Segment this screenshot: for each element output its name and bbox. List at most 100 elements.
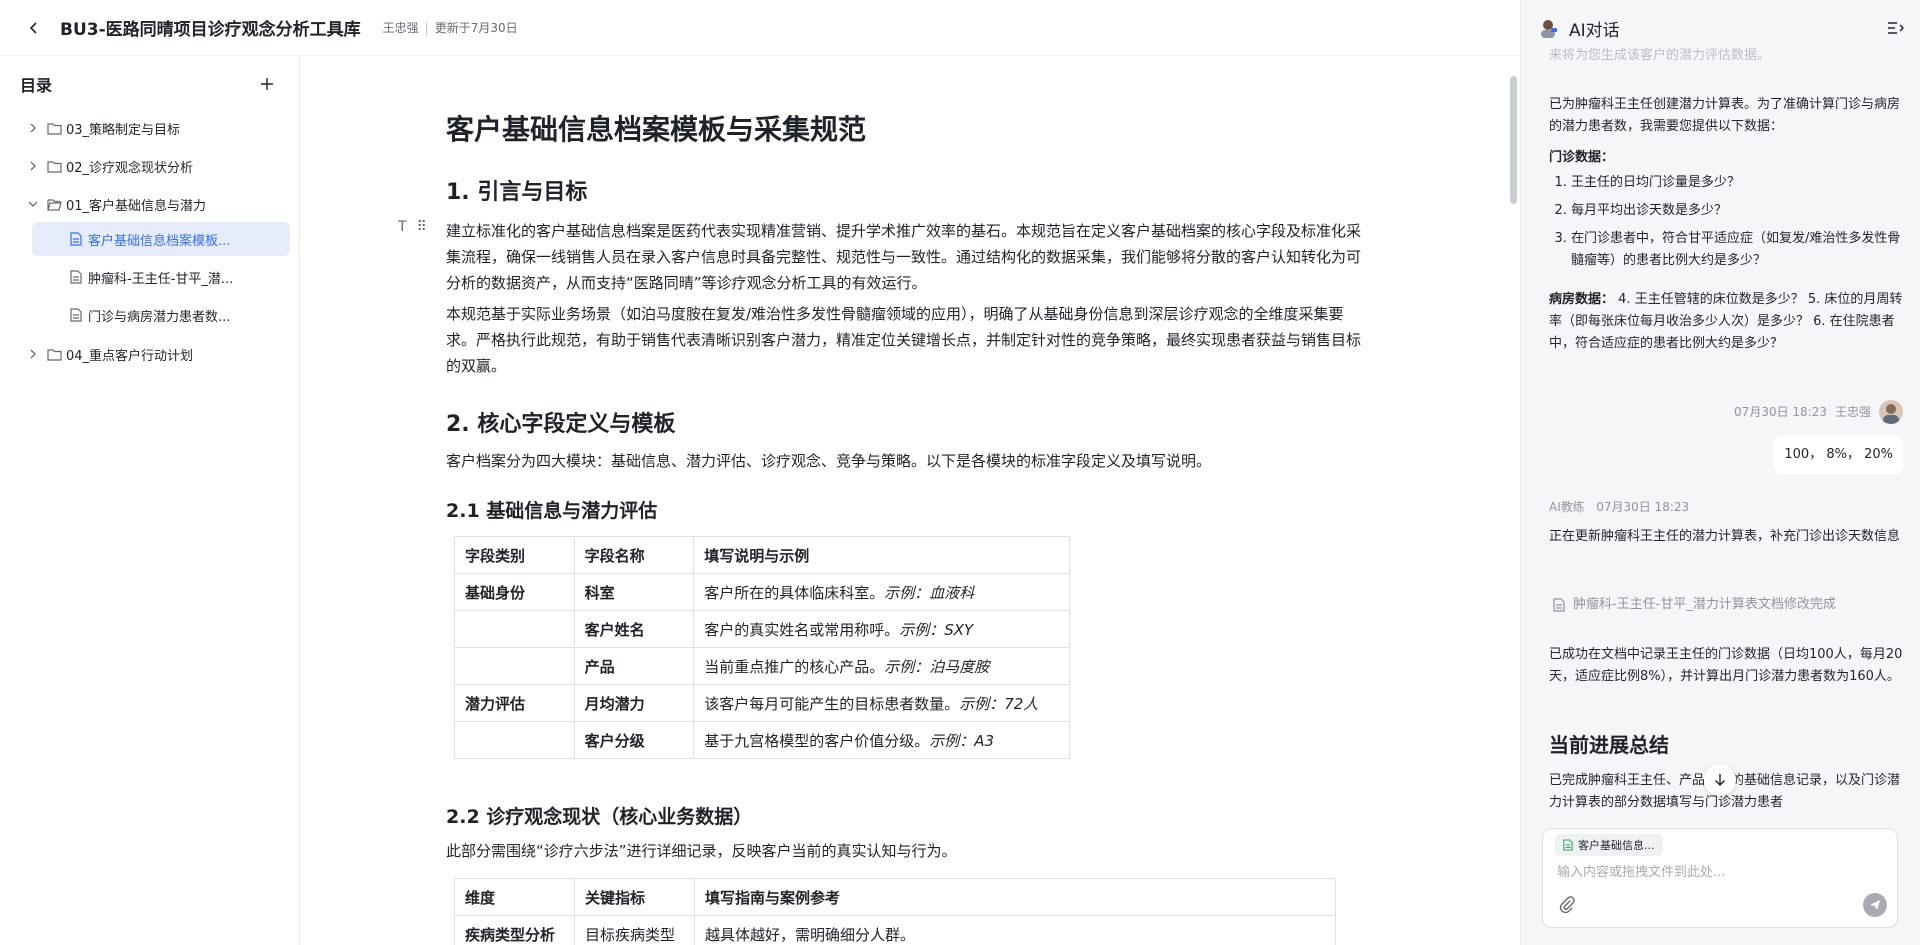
list-item: 每月平均出诊天数是多少？ [1571, 200, 1903, 222]
table-cell: 基础身份 [454, 573, 575, 611]
user-name: 王忠强 [1834, 405, 1871, 419]
table-row: 疾病类型分析 目标疾病类型 越具体越好，需明确细分人群。 [454, 915, 1337, 945]
chat-composer: 客户基础信息... [1542, 828, 1898, 928]
toc-item-label: 肿瘤科-王主任-甘平_潜... [88, 271, 234, 287]
doc-meta: 王忠强 | 更新于7月30日 [382, 21, 518, 35]
table-header: 维度 [454, 878, 575, 916]
chevron-right-icon[interactable] [26, 121, 40, 135]
table-cell: 该客户每月可能产生的目标患者数量。示例：72人 [693, 684, 1070, 722]
chat-text-faded: 来将为您生成该客户的潜力评估数据。 [1549, 48, 1771, 63]
table-cell: 产品 [573, 647, 695, 685]
table-cell [454, 610, 575, 648]
send-icon [1870, 900, 1880, 910]
paragraph-six-steps: 此部分需围绕“诊疗六步法”进行详细记录，反映客户当前的真实认知与行为。 [446, 842, 957, 860]
text-style-icon[interactable]: T [398, 219, 407, 235]
table-cell: 越具体越好，需明确细分人群。 [693, 915, 1337, 945]
table-row: 客户分级 基于九宫格模型的客户价值分级。示例：A3 [454, 721, 1070, 759]
ai-panel-title: AI对话 [1569, 20, 1620, 41]
summary-title: 当前进展总结 [1549, 733, 1669, 757]
table-cell [454, 721, 575, 759]
table-header-row: 字段类别 字段名称 填写说明与示例 [454, 536, 1070, 574]
toc-title: 目录 [20, 76, 53, 95]
paragraph-modules: 客户档案分为四大模块：基础信息、潜力评估、诊疗观念、竞争与策略。以下是各模块的标… [446, 452, 1212, 470]
ward-data: 病房数据： 4. 王主任管辖的床位数是多少？ 5. 床位的月周转率（即每张床位每… [1549, 289, 1903, 355]
ai-avatar-icon [1541, 20, 1557, 38]
toc-doc-oncology[interactable]: 肿瘤科-王主任-甘平_潜... [32, 260, 290, 294]
ai-time: 07月30日 18:23 [1596, 500, 1690, 514]
chat-input[interactable] [1557, 865, 1877, 880]
back-button[interactable] [24, 18, 44, 38]
table-cell: 当前重点推广的核心产品。示例：泊马度胺 [693, 647, 1070, 685]
paragraph-scope: 本规范基于实际业务场景（如泊马度胺在复发/难治性多发性骨髓瘤领域的应用），明确了… [446, 305, 1362, 375]
drag-handle-icon[interactable]: ⠿ [417, 219, 427, 235]
doc-heading: 客户基础信息档案模板与采集规范 [446, 113, 867, 146]
paperclip-icon[interactable] [1557, 895, 1577, 915]
add-button[interactable] [257, 74, 277, 94]
table-cell: 科室 [573, 573, 695, 611]
toc-doc-customer-template[interactable]: 客户基础信息档案模板... [32, 222, 290, 256]
paragraph-intro: 建立标准化的客户基础信息档案是医药代表实现精准营销、提升学术推广效率的基石。本规… [446, 222, 1362, 292]
document-icon [1553, 598, 1565, 612]
toc-item-label: 03_策略制定与目标 [66, 122, 181, 138]
list-item: 在门诊患者中，符合甘平适应症（如复发/难治性多发性骨髓瘤等）的患者比例大约是多少… [1571, 228, 1903, 272]
doc-body: 客户基础信息档案模板与采集规范 1. 引言与目标 T ⠿ 建立标准化的客户基础信… [300, 56, 1520, 945]
chat-history[interactable]: 来将为您生成该客户的潜力评估数据。 已为肿瘤科王主任创建潜力计算表。为了准确计算… [1549, 48, 1903, 818]
send-button[interactable] [1863, 893, 1887, 917]
toc-doc-outpatient[interactable]: 门诊与病房潜力患者数... [32, 298, 290, 332]
doc-header: BU3-医路同晴项目诊疗观念分析工具库 王忠强 | 更新于7月30日 [0, 0, 1520, 56]
table-row: 客户姓名 客户的真实姓名或常用称呼。示例：SXY [454, 610, 1070, 648]
section-2-2-title: 2.2 诊疗观念现状（核心业务数据） [446, 806, 753, 828]
toc-folder-02[interactable]: 02_诊疗观念现状分析 [26, 149, 286, 183]
app-root: BU3-医路同晴项目诊疗观念分析工具库 王忠强 | 更新于7月30日 目录 03_策… [0, 0, 1920, 945]
attached-doc-chip[interactable]: 客户基础信息... [1555, 834, 1663, 856]
toc-item-label: 01_客户基础信息与潜力 [66, 198, 207, 214]
table-cell: 客户分级 [573, 721, 695, 759]
section-1-title: 1. 引言与目标 [446, 180, 588, 205]
table-header: 填写指南与案例参考 [693, 878, 1337, 916]
table-cell: 客户的真实姓名或常用称呼。示例：SXY [693, 610, 1070, 648]
doc-scrollbar-thumb[interactable] [1510, 76, 1517, 204]
folder-icon [46, 158, 62, 174]
table-cell [454, 647, 575, 685]
table-header: 填写说明与示例 [693, 536, 1070, 574]
table-cell: 客户所在的具体临床科室。示例：血液科 [693, 573, 1070, 611]
doc-title: BU3-医路同晴项目诊疗观念分析工具库 [60, 20, 361, 40]
user-time: 07月30日 18:23 [1734, 405, 1827, 419]
table-header-row: 维度 关键指标 填写指南与案例参考 [454, 878, 1337, 916]
toc-folder-03[interactable]: 03_策略制定与目标 [26, 111, 286, 145]
table-row: 潜力评估 月均潜力 该客户每月可能产生的目标患者数量。示例：72人 [454, 684, 1070, 722]
doc-author[interactable]: 王忠强 [383, 21, 419, 35]
plus-icon [261, 78, 273, 90]
table-cell: 客户姓名 [573, 610, 695, 648]
document-icon [1563, 839, 1573, 851]
file-reference-label: 肿瘤科-王主任-甘平_潜力计算表文档修改完成 [1573, 597, 1836, 612]
user-message-meta: 07月30日 18:23 王忠强 [1734, 400, 1903, 424]
toc-item-label: 客户基础信息档案模板... [88, 233, 231, 249]
document-icon [68, 307, 84, 323]
table-cell: 潜力评估 [454, 684, 575, 722]
toc-item-label: 门诊与病房潜力患者数... [88, 309, 231, 325]
document-icon [68, 269, 84, 285]
toc-folder-04[interactable]: 04_重点客户行动计划 [26, 337, 286, 371]
user-message-bubble: 100， 8%， 20% [1774, 436, 1903, 474]
toc-item-label: 04_重点客户行动计划 [66, 348, 194, 364]
table-header: 关键指标 [573, 878, 695, 916]
toc-folder-01[interactable]: 01_客户基础信息与潜力 [26, 187, 286, 221]
table-cell: 月均潜力 [573, 684, 695, 722]
ai-message-text: 已成功在文档中记录王主任的门诊数据（日均100人，每月20天，适应症比例8%），… [1549, 647, 1903, 684]
collapse-panel-icon[interactable] [1885, 18, 1905, 38]
scroll-to-bottom-button[interactable] [1704, 764, 1736, 796]
table-cell: 基于九宫格模型的客户价值分级。示例：A3 [693, 721, 1070, 759]
arrow-down-icon [1715, 774, 1725, 786]
chevron-down-icon[interactable] [26, 197, 40, 211]
doc-updated: 更新于7月30日 [434, 21, 518, 35]
file-reference[interactable]: 肿瘤科-王主任-甘平_潜力计算表文档修改完成 [1553, 594, 1836, 616]
chevron-right-icon[interactable] [26, 347, 40, 361]
chevron-right-icon[interactable] [26, 159, 40, 173]
table-cell: 目标疾病类型 [573, 915, 695, 945]
table-row: 基础身份 科室 客户所在的具体临床科室。示例：血液科 [454, 573, 1070, 611]
table-header: 字段类别 [454, 536, 575, 574]
toc-sidebar: 目录 03_策略制定与目标 02_诊疗观念现状分析 01_客户基础信息与潜力 客… [0, 56, 300, 945]
ai-message: 已为肿瘤科王主任创建潜力计算表。为了准确计算门诊与病房的潜力患者数，我需要您提供… [1549, 94, 1903, 138]
ai-message-text: 正在更新肿瘤科王主任的潜力计算表，补充门诊出诊天数信息 [1549, 529, 1901, 544]
